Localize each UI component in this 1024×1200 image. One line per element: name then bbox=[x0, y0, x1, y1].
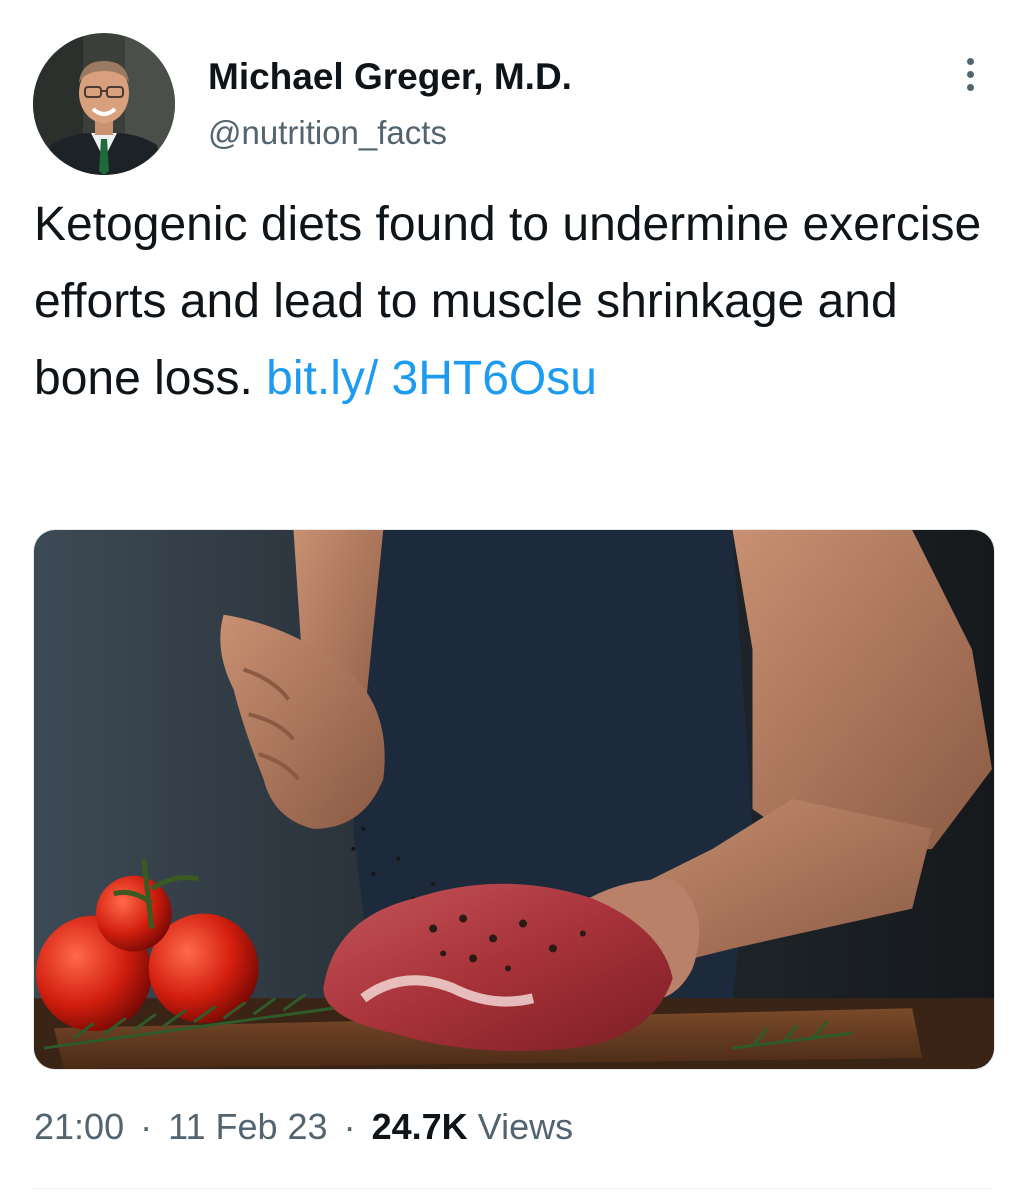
divider bbox=[34, 1188, 990, 1189]
author-name[interactable]: Michael Greger, M.D. bbox=[208, 56, 572, 98]
tweet-text: Ketogenic diets found to undermine exerc… bbox=[34, 186, 994, 417]
tweet-meta: 21:00 · 11 Feb 23 · 24.7K Views bbox=[34, 1106, 573, 1148]
author-handle[interactable]: @nutrition_facts bbox=[208, 114, 447, 152]
more-dot-icon bbox=[966, 57, 974, 65]
more-dot-icon bbox=[966, 70, 974, 78]
tweet-media-image[interactable] bbox=[33, 529, 995, 1070]
views-label[interactable]: Views bbox=[478, 1106, 573, 1147]
views-count[interactable]: 24.7K bbox=[372, 1106, 468, 1147]
steak-photo-icon bbox=[34, 530, 994, 1069]
tweet-time[interactable]: 21:00 bbox=[34, 1106, 124, 1147]
author-avatar[interactable] bbox=[33, 33, 175, 175]
meta-separator: · bbox=[140, 1106, 153, 1147]
more-dot-icon bbox=[966, 83, 974, 91]
tweet-link[interactable]: bit.ly/ 3HT6Osu bbox=[266, 352, 597, 405]
avatar-photo-icon bbox=[33, 33, 175, 175]
meta-separator: · bbox=[343, 1106, 356, 1147]
tweet-card: Michael Greger, M.D. @nutrition_facts Ke… bbox=[0, 0, 1024, 1200]
more-options-button[interactable] bbox=[948, 48, 992, 100]
tweet-date[interactable]: 11 Feb 23 bbox=[168, 1106, 327, 1147]
